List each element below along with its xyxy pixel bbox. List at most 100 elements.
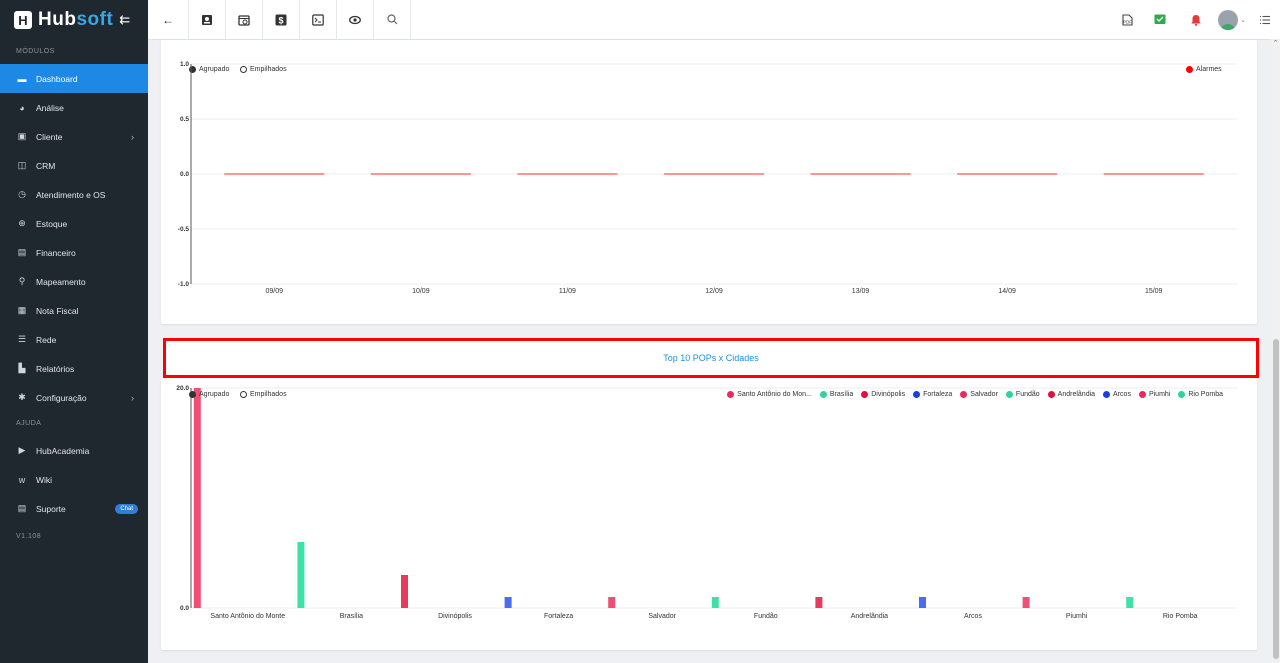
stock-icon: ⊕: [18, 218, 26, 228]
bar-pop[interactable]: [193, 388, 201, 608]
legend-item[interactable]: Fundão: [1005, 391, 1040, 398]
service-icon: ◷: [18, 189, 26, 199]
bar-alarms[interactable]: [1103, 173, 1204, 175]
x-tick-label: Brasília: [340, 613, 363, 620]
sidebar-item-estoque[interactable]: ⊕ Estoque: [0, 209, 148, 238]
legend-dot-icon: [1047, 391, 1055, 398]
legend-label: Rio Pomba: [1188, 391, 1223, 398]
legend-item[interactable]: Santo Antônio do Mon...: [727, 391, 812, 398]
sidebar-item-label: Financeiro: [36, 247, 76, 258]
sidebar-item-rede[interactable]: ☰ Rede: [0, 325, 148, 354]
pdf-file-icon[interactable]: PDF: [1112, 0, 1142, 39]
chart-title-text: Top 10 POPs x Cidades: [663, 353, 759, 363]
sidebar-item-label: Atendimento e OS: [36, 189, 106, 200]
sidebar-item-atendimento-e-os[interactable]: ◷ Atendimento e OS: [0, 180, 148, 209]
sidebar-item-wiki[interactable]: w Wiki: [0, 465, 148, 494]
bar-pop[interactable]: [815, 597, 823, 608]
brand-logo[interactable]: H Hubsoft ⇇: [0, 0, 148, 40]
sidebar-item-label: Estoque: [36, 218, 68, 229]
legend-item[interactable]: Divinópolis: [861, 391, 905, 398]
x-tick-label: 10/09: [412, 288, 430, 295]
sidebar-item-an-lise[interactable]: ◕ Análise: [0, 93, 148, 122]
legend-dot-icon: [913, 391, 921, 398]
bar-pop[interactable]: [711, 597, 719, 608]
bar-pop[interactable]: [1126, 597, 1134, 608]
sidebar-item-financeiro[interactable]: ▤ Financeiro: [0, 238, 148, 267]
bar-alarms[interactable]: [517, 173, 618, 175]
contact-card-icon[interactable]: [189, 0, 226, 39]
sidebar-item-cliente[interactable]: ▣ Cliente ›: [0, 122, 148, 151]
legend-item[interactable]: Andrelândia: [1047, 391, 1096, 398]
page-scrollbar[interactable]: ⌃: [1271, 39, 1280, 663]
eye-icon[interactable]: [337, 0, 374, 39]
legend-item[interactable]: Fortaleza: [913, 391, 952, 398]
sidebar-item-suporte[interactable]: ▤ Suporte Chat: [0, 494, 148, 523]
bar-alarms[interactable]: [957, 173, 1058, 175]
bar-pop[interactable]: [919, 597, 926, 608]
bar-alarms[interactable]: [664, 173, 764, 175]
bar-alarms[interactable]: [224, 173, 325, 175]
list-menu-icon[interactable]: [1250, 0, 1280, 39]
calendar-clock-icon[interactable]: [226, 0, 263, 39]
legend-label: Piumhi: [1148, 391, 1171, 398]
legend-item[interactable]: Rio Pomba: [1178, 391, 1223, 398]
chat-badge[interactable]: Chat: [115, 503, 138, 514]
scrollbar-thumb[interactable]: [1273, 339, 1279, 659]
gear-icon: ✱: [18, 392, 26, 402]
alarm-bell-icon[interactable]: [1178, 0, 1214, 39]
bar-pop[interactable]: [1022, 597, 1030, 608]
chevron-right-icon: ›: [131, 392, 134, 403]
sidebar-item-configura-o[interactable]: ✱ Configuração ›: [0, 383, 148, 412]
chat-check-icon[interactable]: [1142, 0, 1178, 39]
legend-stacked-label: Empilhados: [250, 391, 287, 398]
collapse-sidebar-icon[interactable]: ⇇: [119, 12, 130, 28]
x-tick-label: Salvador: [648, 613, 676, 620]
legend-grouped-toggle-2[interactable]: Agrupado: [189, 391, 229, 398]
y-tick-label: -1.0: [178, 281, 190, 288]
bar-alarms[interactable]: [370, 173, 471, 175]
bar-pop[interactable]: [297, 542, 305, 608]
dollar-icon[interactable]: $: [263, 0, 300, 39]
legend-label: Andrelândia: [1057, 391, 1096, 398]
legend-item[interactable]: Arcos: [1103, 391, 1131, 398]
x-tick-label: 09/09: [266, 288, 284, 295]
sidebar-item-mapeamento[interactable]: ⚲ Mapeamento: [0, 267, 148, 296]
version-label: V1.108: [16, 533, 42, 540]
sidebar-item-label: Configuração: [36, 392, 87, 403]
legend-dot-icon: [960, 391, 968, 398]
back-arrow-icon[interactable]: ←: [148, 0, 189, 39]
section-label-modules: MÓDULOS: [16, 48, 55, 55]
y-tick-label: 1.0: [180, 61, 189, 68]
terminal-icon[interactable]: [300, 0, 337, 39]
user-avatar-menu[interactable]: ⌄: [1214, 0, 1250, 39]
top-toolbar: ← $ PDF ⌄: [148, 0, 1280, 40]
scroll-up-icon[interactable]: ⌃: [1271, 39, 1280, 47]
legend-item[interactable]: Brasília: [819, 391, 854, 398]
legend-dot-icon: [819, 391, 827, 398]
sidebar-item-dashboard[interactable]: ▬ Dashboard: [0, 64, 148, 93]
sidebar-item-crm[interactable]: ◫ CRM: [0, 151, 148, 180]
legend-stacked-toggle-2[interactable]: Empilhados: [240, 391, 287, 398]
sidebar-item-hubacademia[interactable]: ▶ HubAcademia: [0, 436, 148, 465]
sidebar-item-relat-rios[interactable]: ▙ Relatórios: [0, 354, 148, 383]
legend-item[interactable]: Salvador: [960, 391, 998, 398]
bar-pop[interactable]: [401, 575, 408, 608]
y-tick-label: 0.0: [180, 171, 189, 178]
legend-item[interactable]: Piumhi: [1138, 391, 1171, 398]
x-tick-label: 12/09: [705, 288, 723, 295]
network-icon: ☰: [17, 334, 27, 344]
x-tick-label: 13/09: [852, 288, 870, 295]
dashboard-icon: ▬: [17, 73, 27, 84]
pops-legend: Santo Antônio do Mon... Brasília Divinópol…: [727, 391, 1223, 398]
legend-label: Arcos: [1113, 391, 1131, 398]
bar-alarms[interactable]: [810, 173, 911, 175]
search-icon[interactable]: [374, 0, 411, 39]
legend-label: Santo Antônio do Mon...: [737, 391, 812, 398]
legend-dot-icon: [1103, 391, 1111, 398]
sidebar-item-nota-fiscal[interactable]: ▦ Nota Fiscal: [0, 296, 148, 325]
sidebar-item-label: Cliente: [36, 131, 63, 142]
bar-pop[interactable]: [608, 597, 616, 608]
legend-dot-icon: [1138, 391, 1146, 398]
legend-label: Brasília: [829, 391, 854, 398]
bar-pop[interactable]: [504, 597, 512, 608]
